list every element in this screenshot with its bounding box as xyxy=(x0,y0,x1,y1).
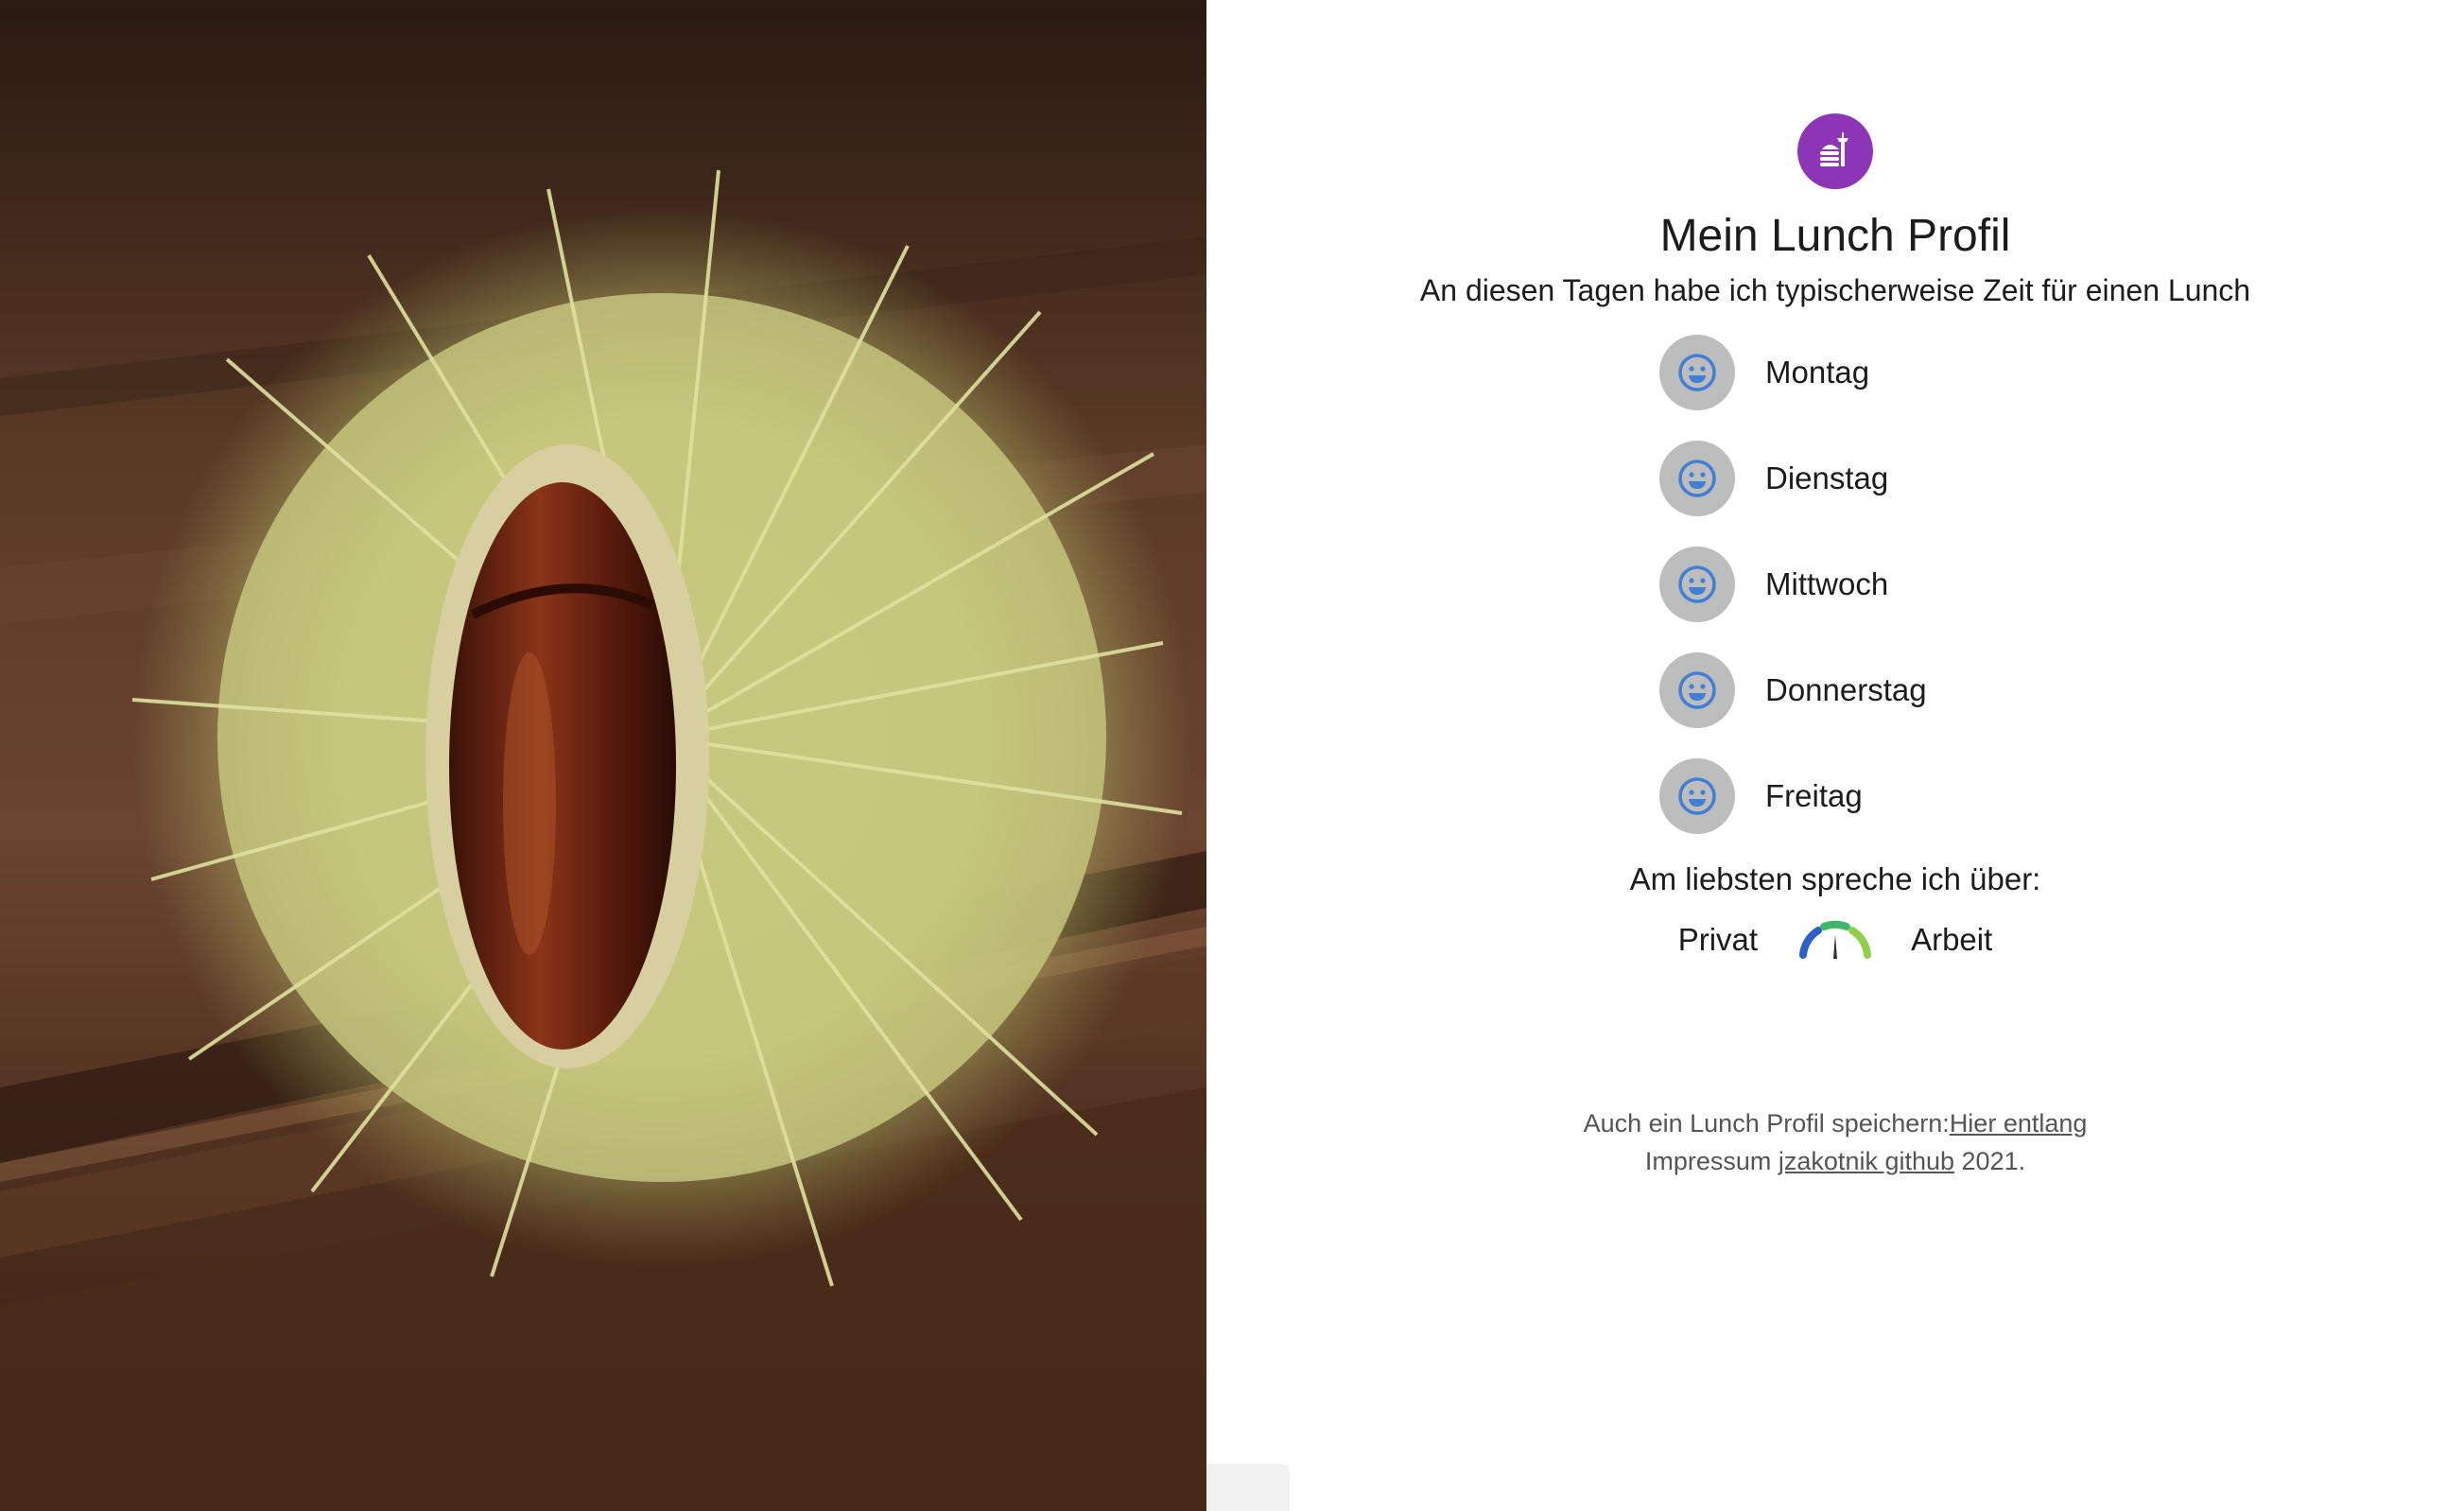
profile-content: Mein Lunch Profil An diesen Tagen habe i… xyxy=(1206,113,2464,1180)
footer-impressum-text: Impressum xyxy=(1644,1147,1779,1175)
profile-panel: Mein Lunch Profil An diesen Tagen habe i… xyxy=(1206,0,2464,1511)
smiley-icon xyxy=(1678,671,1716,709)
day-item-donnerstag[interactable]: Donnerstag xyxy=(1659,652,2011,728)
topic-right-label: Arbeit xyxy=(1911,922,1993,957)
smiley-icon xyxy=(1678,565,1716,603)
page-title: Mein Lunch Profil xyxy=(1659,211,2011,261)
footer-github-link[interactable]: jzakotnik github xyxy=(1779,1147,1954,1175)
day-toggle-button[interactable] xyxy=(1659,652,1735,728)
hero-chestnut-image xyxy=(0,0,1206,1511)
footer-line-1: Auch ein Lunch Profil speichern:Hier ent… xyxy=(1584,1104,2088,1142)
day-item-mittwoch[interactable]: Mittwoch xyxy=(1659,547,2011,622)
footer-year-text: 2021. xyxy=(1954,1147,2026,1175)
day-toggle-button[interactable] xyxy=(1659,547,1735,622)
lunch-food-icon xyxy=(1820,132,1848,166)
smiley-icon xyxy=(1678,460,1716,497)
footer-save-link[interactable]: Hier entlang xyxy=(1950,1109,2088,1138)
weekday-list: Montag Dienstag Mittwoch Donnerstag Frei… xyxy=(1659,335,2011,864)
topic-selector: Privat Arbeit xyxy=(1677,917,1993,963)
cookie-consent-tab[interactable] xyxy=(1206,1464,1290,1511)
smiley-icon xyxy=(1678,354,1716,391)
gauge-icon[interactable] xyxy=(1796,917,1875,963)
day-label: Montag xyxy=(1765,355,1870,390)
day-label: Mittwoch xyxy=(1765,566,1889,601)
day-item-freitag[interactable]: Freitag xyxy=(1659,758,2011,834)
app-logo xyxy=(1797,113,1873,189)
day-label: Dienstag xyxy=(1765,460,1889,495)
page-subtitle: An diesen Tagen habe ich typischerweise … xyxy=(1419,273,2251,307)
smiley-icon xyxy=(1678,777,1716,815)
day-item-montag[interactable]: Montag xyxy=(1659,335,2011,410)
footer: Auch ein Lunch Profil speichern:Hier ent… xyxy=(1584,1104,2088,1180)
topic-left-label: Privat xyxy=(1677,922,1759,957)
day-toggle-button[interactable] xyxy=(1659,335,1735,410)
day-toggle-button[interactable] xyxy=(1659,758,1735,834)
day-item-dienstag[interactable]: Dienstag xyxy=(1659,441,2011,516)
footer-line-2: Impressum jzakotnik github 2021. xyxy=(1584,1142,2088,1180)
day-label: Donnerstag xyxy=(1765,672,1927,707)
topic-question: Am liebsten spreche ich über: xyxy=(1629,861,2041,896)
lunch-profile-page: Mein Lunch Profil An diesen Tagen habe i… xyxy=(0,0,2464,1511)
day-label: Freitag xyxy=(1765,778,1863,813)
day-toggle-button[interactable] xyxy=(1659,441,1735,516)
footer-save-text: Auch ein Lunch Profil speichern: xyxy=(1583,1109,1950,1138)
